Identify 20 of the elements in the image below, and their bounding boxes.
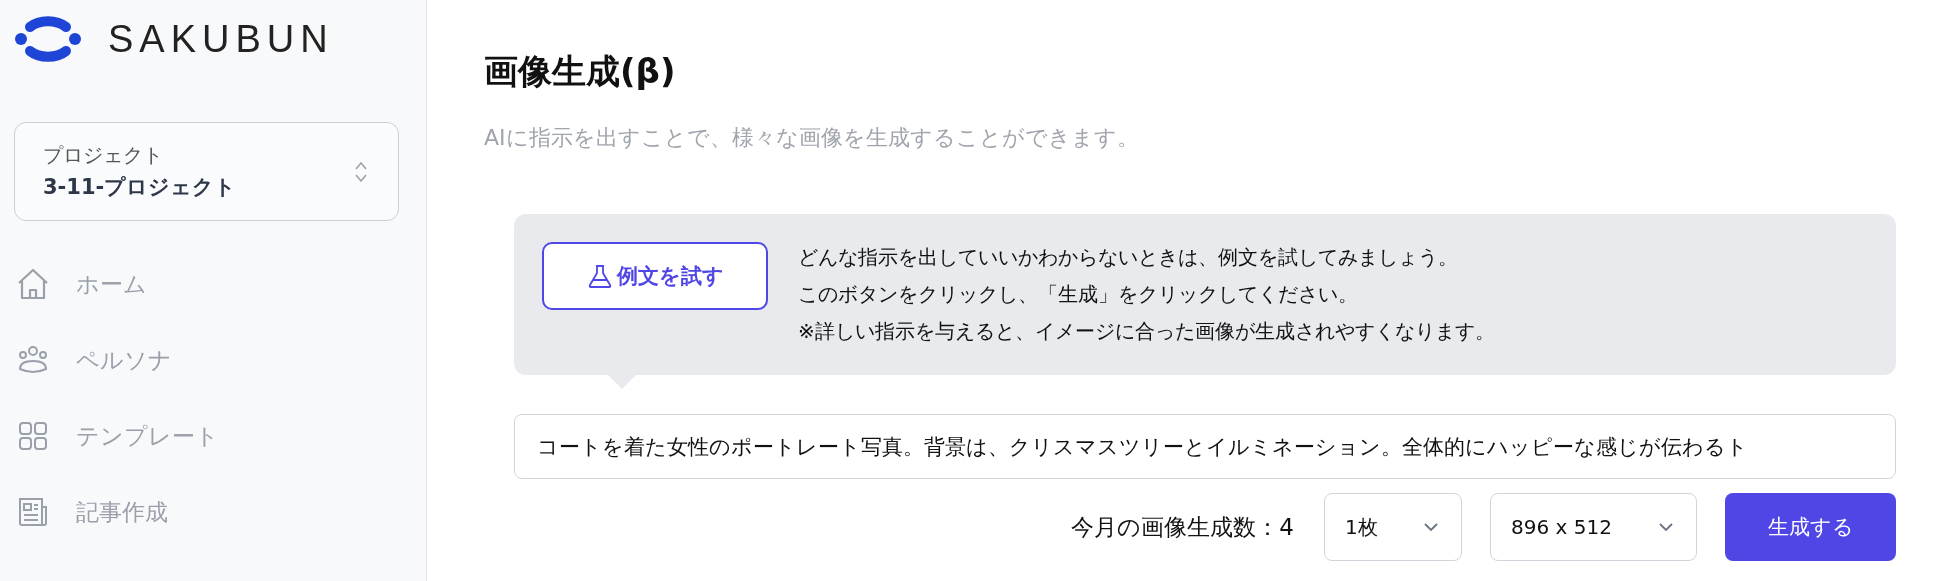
size-select[interactable]: 896 x 512 [1490, 493, 1697, 561]
chevron-down-icon [1658, 522, 1674, 532]
page-title: 画像生成(β) [484, 50, 677, 93]
usage-count: 今月の画像生成数：4 [1071, 512, 1294, 542]
prompt-input[interactable]: コートを着た女性のポートレート写真。背景は、クリスマスツリーとイルミネーション。全体的にハッピーな感じが伝わるト [514, 414, 1896, 479]
flask-icon [586, 263, 613, 289]
tip-text: このボタンをクリックし、「生成」をクリックしてください。 [798, 281, 1359, 308]
try-example-button[interactable]: 例文を試す [542, 242, 768, 310]
grid-icon [16, 419, 50, 453]
home-icon [16, 267, 50, 301]
updown-chevron-icon [354, 159, 368, 184]
page-subtitle: AIに指示を出すことで、様々な画像を生成することができます。 [484, 124, 1140, 152]
chevron-down-icon [1423, 522, 1439, 532]
project-selector[interactable]: プロジェクト 3-11-プロジェクト [14, 122, 399, 221]
tip-text: ※詳しい指示を与えると、イメージに合った画像が生成されやすくなります。 [798, 318, 1495, 345]
brand-name: SAKUBUN [108, 17, 334, 61]
tip-text: どんな指示を出していいかわからないときは、例文を試してみましょう。 [798, 244, 1459, 271]
newspaper-icon [16, 495, 50, 529]
generate-button[interactable]: 生成する [1725, 493, 1896, 561]
count-select[interactable]: 1枚 [1324, 493, 1462, 561]
